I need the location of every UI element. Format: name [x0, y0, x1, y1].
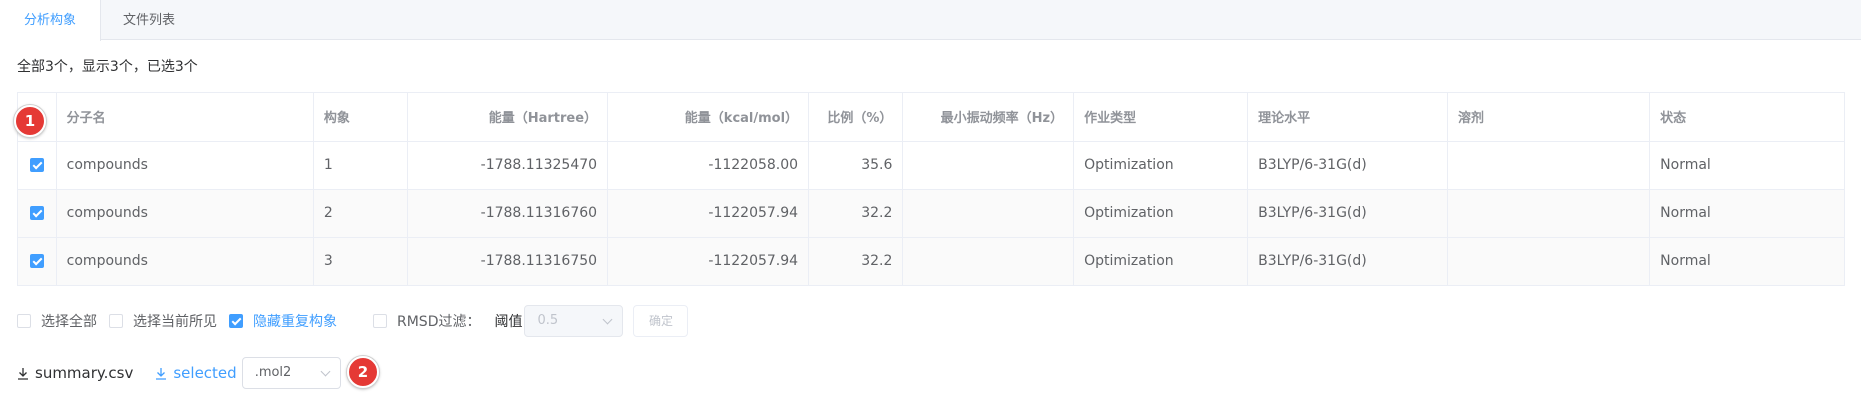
rmsd-filter-label: RMSD过滤： [397, 314, 481, 330]
cell-min-frequency [902, 189, 1075, 238]
column-header-job-type[interactable]: 作业类型 [1073, 93, 1249, 142]
row-select-cell [18, 237, 57, 285]
select-all-option[interactable]: 选择全部 [17, 311, 97, 331]
column-header-energy-kcal[interactable]: 能量（kcal/mol） [607, 93, 810, 142]
row-select-cell [18, 141, 57, 190]
hide-duplicates-option[interactable]: 隐藏重复构象 [229, 311, 337, 331]
table-row[interactable]: compounds 1 -1788.11325470 -1122058.00 3… [18, 141, 1844, 190]
cell-energy-hartree: -1788.11316760 [407, 189, 609, 238]
cell-molecule: compounds [56, 141, 314, 190]
app-window: 分析构象 文件列表 全部3个，显示3个，已选3个 分子名 构象 能量（Hartr… [0, 0, 1861, 404]
chevron-down-icon [603, 314, 613, 325]
cell-conformer: 2 [313, 189, 409, 238]
select-visible-checkbox[interactable] [109, 314, 123, 328]
cell-job-type: Optimization [1073, 189, 1249, 238]
column-header-solvent[interactable]: 溶剂 [1447, 93, 1651, 142]
cell-molecule: compounds [56, 237, 314, 285]
cell-theory-level: B3LYP/6-31G(d) [1247, 189, 1449, 238]
table-row[interactable]: compounds 2 -1788.11316760 -1122057.94 3… [18, 189, 1844, 238]
cell-ratio: 32.2 [808, 189, 904, 238]
threshold-value: 0.5 [537, 313, 559, 328]
cell-solvent [1447, 189, 1651, 238]
cell-theory-level: B3LYP/6-31G(d) [1247, 237, 1449, 285]
cell-solvent [1447, 237, 1651, 285]
cell-energy-kcal: -1122058.00 [607, 141, 810, 190]
selection-summary: 全部3个，显示3个，已选3个 [17, 59, 198, 75]
download-selected-link[interactable]: selected [155, 364, 237, 382]
cell-min-frequency [902, 237, 1075, 285]
select-all-checkbox[interactable] [17, 314, 31, 328]
cell-conformer: 3 [313, 237, 409, 285]
download-summary-label: summary.csv [35, 364, 134, 382]
column-header-energy-hartree[interactable]: 能量（Hartree） [407, 93, 609, 142]
filter-options-bar: 选择全部 选择当前所见 隐藏重复构象 RMSD过滤： 阈值 0.5 确定 [17, 305, 689, 337]
chevron-down-icon [320, 366, 331, 377]
tab-bar: 分析构象 文件列表 [0, 0, 1861, 41]
cell-conformer: 1 [313, 141, 409, 190]
column-header-min-frequency[interactable]: 最小振动频率（Hz） [902, 93, 1075, 142]
select-visible-option[interactable]: 选择当前所见 [109, 311, 217, 331]
annotation-marker-2: 2 [347, 356, 379, 388]
download-bar: summary.csv selected .mol2 [17, 357, 341, 389]
cell-status: Normal [1649, 141, 1844, 190]
tab-analyze-conformers[interactable]: 分析构象 [0, 0, 101, 41]
row-checkbox[interactable] [29, 206, 44, 220]
cell-energy-kcal: -1122057.94 [607, 189, 810, 238]
cell-theory-level: B3LYP/6-31G(d) [1247, 141, 1449, 190]
cell-energy-hartree: -1788.11316750 [407, 237, 609, 285]
rmsd-filter-option[interactable]: RMSD过滤： [373, 311, 480, 331]
select-all-label: 选择全部 [41, 314, 97, 330]
column-header-ratio[interactable]: 比例（%） [808, 93, 904, 142]
cell-min-frequency [902, 141, 1075, 190]
cell-status: Normal [1649, 237, 1844, 285]
tab-file-list[interactable]: 文件列表 [101, 0, 197, 40]
download-icon [156, 367, 167, 380]
hide-duplicates-label: 隐藏重复构象 [253, 314, 337, 330]
conformer-table: 分子名 构象 能量（Hartree） 能量（kcal/mol） 比例（%） 最小… [17, 92, 1845, 286]
column-header-status[interactable]: 状态 [1649, 93, 1844, 142]
cell-energy-kcal: -1122057.94 [607, 237, 810, 285]
column-header-molecule[interactable]: 分子名 [56, 93, 314, 142]
column-header-conformer[interactable]: 构象 [313, 93, 409, 142]
cell-ratio: 32.2 [808, 237, 904, 285]
cell-ratio: 35.6 [808, 141, 904, 190]
download-icon [18, 367, 28, 380]
row-checkbox[interactable] [29, 254, 44, 269]
cell-job-type: Optimization [1073, 237, 1249, 285]
hide-duplicates-checkbox[interactable] [229, 314, 243, 328]
threshold-select[interactable]: 0.5 [524, 305, 624, 337]
select-visible-label: 选择当前所见 [133, 314, 217, 330]
rmsd-filter-checkbox[interactable] [373, 314, 387, 328]
cell-job-type: Optimization [1073, 141, 1249, 190]
cell-status: Normal [1649, 189, 1844, 238]
download-selected-label: selected [173, 364, 237, 382]
cell-energy-hartree: -1788.11325470 [407, 141, 609, 190]
column-header-theory-level[interactable]: 理论水平 [1247, 93, 1449, 142]
format-select[interactable]: .mol2 [241, 357, 341, 389]
row-select-cell [18, 189, 57, 238]
annotation-marker-1: 1 [14, 105, 46, 137]
table-header-row: 分子名 构象 能量（Hartree） 能量（kcal/mol） 比例（%） 最小… [18, 93, 1844, 142]
cell-molecule: compounds [56, 189, 314, 238]
cell-solvent [1447, 141, 1651, 190]
download-summary-link[interactable]: summary.csv [17, 364, 133, 382]
threshold-label: 阈值 [494, 314, 523, 330]
row-checkbox[interactable] [29, 158, 44, 172]
confirm-button[interactable]: 确定 [633, 305, 689, 337]
table-row[interactable]: compounds 3 -1788.11316750 -1122057.94 3… [18, 237, 1844, 285]
format-value: .mol2 [254, 365, 292, 380]
